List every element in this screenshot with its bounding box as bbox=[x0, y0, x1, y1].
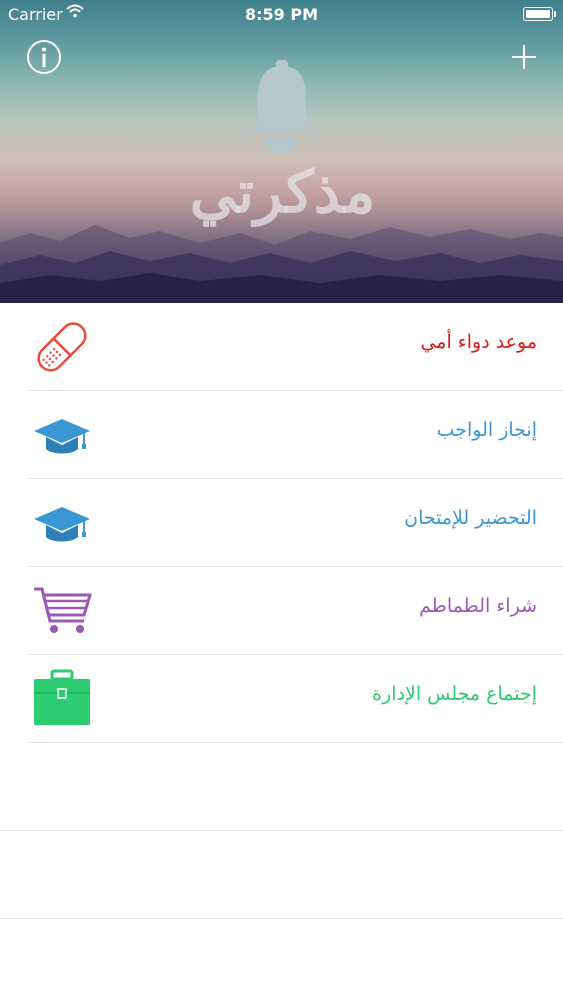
empty-row bbox=[0, 743, 563, 831]
reminder-label: شراء الطماطم bbox=[419, 595, 537, 617]
reminder-row[interactable]: شراء الطماطم bbox=[28, 567, 563, 655]
pill-icon bbox=[37, 322, 87, 372]
add-reminder-button[interactable] bbox=[506, 39, 542, 75]
reminder-label: موعد دواء أمي bbox=[420, 331, 537, 353]
clock-label: 8:59 PM bbox=[244, 5, 318, 24]
plus-icon bbox=[512, 45, 536, 69]
empty-row bbox=[0, 831, 563, 919]
reminder-row[interactable]: إنجاز الواجب bbox=[28, 391, 563, 479]
status-bar: Carrier 8:59 PM bbox=[0, 0, 563, 30]
reminder-label: التحضير للإمتحان bbox=[404, 507, 537, 529]
app-logo-text: مذكرتي bbox=[189, 158, 376, 226]
briefcase-icon bbox=[34, 669, 90, 725]
reminder-row[interactable]: التحضير للإمتحان bbox=[28, 479, 563, 567]
reminder-row[interactable]: إجتماع مجلس الإدارة bbox=[28, 655, 563, 743]
graduation-cap-icon bbox=[34, 419, 90, 454]
reminder-row[interactable]: موعد دواء أمي bbox=[28, 303, 563, 391]
header-banner: Carrier 8:59 PM مذكرتي bbox=[0, 0, 563, 303]
reminder-label: إنجاز الواجب bbox=[436, 419, 537, 441]
info-icon bbox=[27, 40, 61, 74]
battery-icon bbox=[523, 7, 556, 21]
graduation-cap-icon bbox=[34, 507, 90, 542]
info-button[interactable] bbox=[26, 39, 62, 75]
reminder-list: موعد دواء أمي إنجاز الواجب التحضير للإمت… bbox=[0, 303, 563, 919]
bell-icon bbox=[236, 60, 328, 154]
shopping-cart-icon bbox=[34, 587, 92, 633]
reminder-label: إجتماع مجلس الإدارة bbox=[372, 683, 537, 705]
